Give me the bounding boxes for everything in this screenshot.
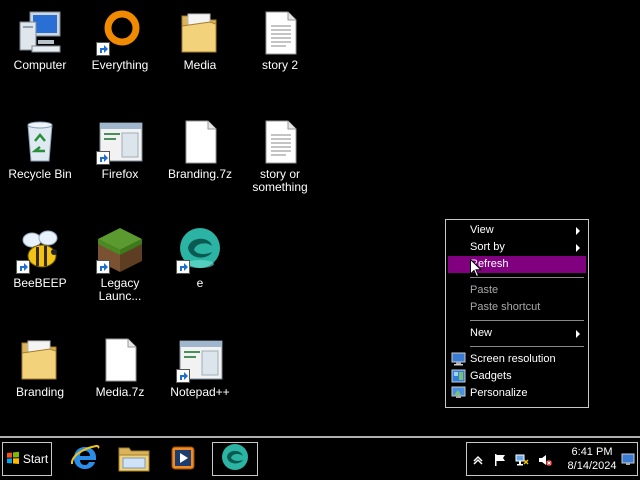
desktop-icon-branding-folder[interactable]: Branding (0, 335, 80, 399)
desktop-icon-label: Everything (91, 58, 149, 72)
system-tray: 6:41 PM 8/14/2024 (466, 442, 638, 476)
shortcut-arrow-icon (176, 369, 190, 383)
desktop-icon-label: Legacy Launc... (98, 276, 142, 303)
menu-item-label: Paste shortcut (470, 301, 541, 313)
menu-item-paste-shortcut[interactable]: Paste shortcut (448, 299, 586, 316)
folder-icon (176, 8, 224, 56)
desktop-icon-media-7z[interactable]: Media.7z (80, 335, 160, 399)
personalize-icon (451, 386, 466, 400)
menu-item-label: Paste (470, 284, 499, 296)
desktop-context-menu: View Sort by Refresh Paste Paste shortcu… (445, 219, 589, 408)
recycle-bin-icon (16, 117, 64, 165)
computer-icon (16, 8, 64, 56)
menu-item-label: Gadgets (470, 370, 512, 382)
media-player-icon (168, 443, 198, 476)
menu-item-label: Personalize (470, 387, 528, 399)
desktop-icon-notepad-plus-plus[interactable]: Notepad++ (160, 335, 240, 399)
grass-block-icon (96, 226, 144, 274)
menu-item-view[interactable]: View (448, 222, 586, 239)
desktop-icon-firefox[interactable]: Firefox (80, 117, 160, 181)
shortcut-arrow-icon (176, 260, 190, 274)
desktop-icon-label: Media.7z (95, 385, 145, 399)
menu-item-label: View (470, 224, 494, 236)
shortcut-arrow-icon (16, 260, 30, 274)
menu-item-label: Screen resolution (470, 353, 556, 365)
desktop-icon-everything[interactable]: Everything (80, 8, 160, 72)
menu-item-new[interactable]: New (448, 325, 586, 342)
desktop-icon-label: Firefox (101, 167, 139, 181)
shortcut-arrow-icon (96, 260, 110, 274)
desktop-icon-e[interactable]: e (160, 226, 240, 290)
desktop-icon-label: BeeBEEP (13, 276, 67, 290)
desktop-icon-recycle-bin[interactable]: Recycle Bin (0, 117, 80, 181)
internet-explorer-icon (69, 442, 101, 477)
teal-app-icon (219, 443, 251, 476)
desktop-icon-legacy-launcher[interactable]: Legacy Launc... (80, 226, 160, 303)
desktop-icon-label: e (196, 276, 204, 290)
menu-item-label: New (470, 327, 493, 339)
file-explorer-icon (117, 443, 151, 476)
desktop-icon-label: Recycle Bin (8, 167, 72, 181)
taskbar-internet-explorer[interactable] (64, 442, 106, 476)
taskbar-file-explorer[interactable] (113, 442, 155, 476)
menu-item-paste[interactable]: Paste (448, 282, 586, 299)
program-window-icon (176, 335, 224, 383)
menu-separator (470, 346, 584, 347)
gadgets-icon (451, 369, 466, 383)
desktop-icon-story-or-something[interactable]: story or something (240, 117, 320, 194)
desktop-icon-media[interactable]: Media (160, 8, 240, 72)
desktop-icon-label: Media (183, 58, 217, 72)
clock[interactable]: 6:41 PM 8/14/2024 (563, 445, 621, 473)
taskbar-media-player[interactable] (162, 442, 204, 476)
show-hidden-icons-chevron-icon[interactable] (471, 453, 485, 467)
bee-icon (16, 226, 64, 274)
windows-logo-icon (6, 451, 20, 468)
submenu-arrow-icon (576, 244, 580, 252)
teal-app-icon (176, 226, 224, 274)
taskbar-teal-app[interactable] (212, 442, 258, 476)
desktop-icon-computer[interactable]: Computer (0, 8, 80, 72)
desktop-icon-label: Branding (15, 385, 65, 399)
blank-file-icon (96, 335, 144, 383)
clock-date: 8/14/2024 (567, 460, 617, 472)
menu-item-personalize[interactable]: Personalize (448, 385, 586, 402)
menu-item-gadgets[interactable]: Gadgets (448, 368, 586, 385)
menu-item-label: Sort by (470, 241, 505, 253)
submenu-arrow-icon (576, 227, 580, 235)
start-button[interactable]: Start (2, 442, 52, 476)
menu-item-sort-by[interactable]: Sort by (448, 239, 586, 256)
shortcut-arrow-icon (96, 42, 110, 56)
desktop-icon-label: Branding.7z (167, 167, 233, 181)
desktop-icon-story-2[interactable]: story 2 (240, 8, 320, 72)
menu-item-refresh[interactable]: Refresh (448, 256, 586, 273)
volume-muted-icon[interactable] (538, 453, 552, 467)
clock-time: 6:41 PM (571, 446, 613, 458)
taskbar: Start 6:41 PM 8/14/2024 (0, 436, 640, 480)
menu-item-screen-resolution[interactable]: Screen resolution (448, 351, 586, 368)
action-center-flag-icon[interactable] (493, 453, 507, 467)
desktop-icon-label: story or something (252, 167, 308, 194)
menu-separator (470, 320, 584, 321)
network-icon[interactable] (515, 453, 529, 467)
menu-separator (470, 277, 584, 278)
submenu-arrow-icon (576, 330, 580, 338)
text-document-icon (256, 8, 304, 56)
start-label: Start (22, 452, 49, 466)
text-document-icon (256, 117, 304, 165)
desktop-icon-branding-7z[interactable]: Branding.7z (160, 117, 240, 181)
desktop-icon-label: Notepad++ (170, 385, 230, 399)
desktop-icon-label: story 2 (261, 58, 298, 72)
monitor-icon (451, 352, 466, 366)
program-window-icon (96, 117, 144, 165)
desktop-icon-beebeep[interactable]: BeeBEEP (0, 226, 80, 290)
mouse-pointer-icon (470, 258, 483, 281)
desktop-icon-label: Computer (13, 58, 67, 72)
folder-icon (16, 335, 64, 383)
shortcut-arrow-icon (96, 151, 110, 165)
everything-icon (96, 8, 144, 56)
blank-file-icon (176, 117, 224, 165)
show-desktop-icon[interactable] (621, 451, 635, 467)
